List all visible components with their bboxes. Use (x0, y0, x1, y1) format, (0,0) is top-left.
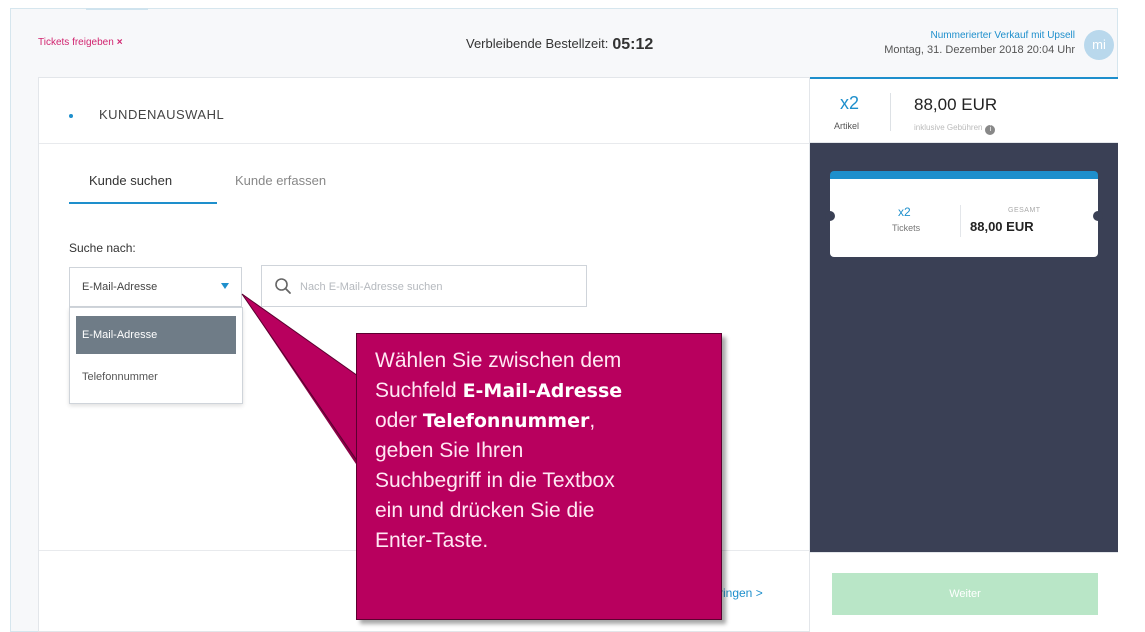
ticket-notch-left (825, 211, 835, 221)
ticket-notch-right (1093, 211, 1103, 221)
search-field-dropdown: E-Mail-Adresse Telefonnummer (69, 307, 243, 404)
close-icon: × (116, 37, 123, 48)
session-info: Nummerierter Verkauf mit Upsell Montag, … (884, 28, 1075, 58)
ticket-divider (960, 205, 961, 237)
caret-down-icon (221, 283, 229, 289)
session-datetime: Montag, 31. Dezember 2018 20:04 Uhr (884, 44, 1075, 56)
search-box (261, 265, 587, 307)
callout-email-term: E-Mail-Adresse (462, 380, 623, 402)
option-phone[interactable]: Telefonnummer (76, 358, 236, 396)
release-tickets-link[interactable]: Tickets freigeben × (38, 37, 123, 48)
timer-label: Verbleibende Bestellzeit: (466, 36, 609, 51)
item-quantity-label: Artikel (834, 121, 860, 131)
search-field-select[interactable]: E-Mail-Adresse (69, 267, 242, 307)
callout-line-1: Wählen Sie zwischen dem (375, 349, 622, 372)
info-icon[interactable]: i (985, 125, 996, 135)
search-input[interactable] (300, 277, 570, 297)
top-tab-indicator (86, 8, 148, 10)
ticket-total: 88,00 EUR (970, 219, 1034, 234)
ticket-quantity: x2 (898, 205, 911, 219)
order-timer: Verbleibende Bestellzeit: 05:12 (466, 36, 653, 54)
ticket-card[interactable]: x2 Tickets GESAMT 88,00 EUR (825, 171, 1103, 257)
bullet-icon (69, 114, 73, 118)
option-email[interactable]: E-Mail-Adresse (76, 316, 236, 354)
section-title: KUNDENAUSWAHL (99, 107, 225, 122)
cart-total: 88,00 EUR (914, 95, 998, 114)
search-icon (275, 278, 291, 294)
release-tickets-label: Tickets freigeben (38, 37, 114, 48)
select-value: E-Mail-Adresse (82, 281, 158, 293)
fees-note: inklusive Gebühren i (914, 123, 996, 135)
tab-create-customer[interactable]: Kunde erfassen (235, 173, 326, 188)
timer-value: 05:12 (612, 36, 654, 53)
callout-phone-term: Telefonnummer (422, 410, 590, 432)
fees-note-text: inklusive Gebühren (914, 123, 983, 132)
next-step-link[interactable]: ringen > (719, 586, 763, 600)
callout-line-7: Enter-Taste. (375, 529, 489, 552)
sales-mode[interactable]: Nummerierter Verkauf mit Upsell (884, 28, 1075, 43)
summary-divider (890, 93, 891, 131)
section-header: KUNDENAUSWAHL (39, 78, 809, 144)
callout-line-5: Suchbegriff in die Textbox (375, 469, 615, 492)
callout-line-3: oder Telefonnummer, (375, 409, 596, 432)
search-by-label: Suche nach: (69, 241, 136, 255)
tab-search-customer[interactable]: Kunde suchen (69, 173, 217, 204)
checkout-footer: Weiter (810, 552, 1118, 632)
callout-line-6: ein und drücken Sie die (375, 499, 595, 522)
cart-summary: x2 Artikel 88,00 EUR inklusive Gebühren i (810, 77, 1118, 143)
next-button[interactable]: Weiter (832, 573, 1098, 615)
callout-line-4: geben Sie Ihren (375, 439, 524, 462)
avatar[interactable]: mi (1084, 30, 1114, 60)
callout-line-2: Suchfeld E-Mail-Adresse (375, 379, 623, 402)
ticket-quantity-label: Tickets (892, 223, 921, 233)
cart-panel: x2 Tickets GESAMT 88,00 EUR (810, 143, 1118, 552)
item-quantity: x2 (840, 93, 860, 113)
help-callout: Wählen Sie zwischen dem Suchfeld E-Mail-… (356, 333, 722, 620)
ticket-total-label: GESAMT (1008, 207, 1041, 214)
